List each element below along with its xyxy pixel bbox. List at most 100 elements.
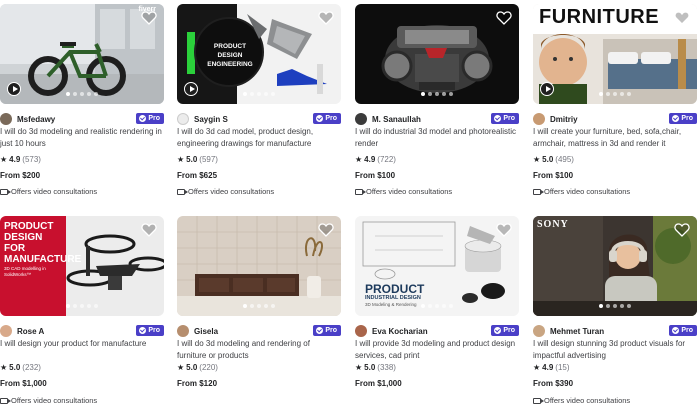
seller-row: Rose A Pro xyxy=(0,324,164,338)
carousel-dots[interactable] xyxy=(599,304,631,308)
gig-title[interactable]: I will create your furniture, bed, sofa,… xyxy=(533,126,697,150)
gig-thumbnail[interactable]: FURNITURE xyxy=(533,4,697,104)
rating-count: (722) xyxy=(377,155,396,164)
avatar[interactable] xyxy=(355,325,367,337)
rating-count: (15) xyxy=(555,363,570,372)
pro-badge: Pro xyxy=(313,325,341,336)
pro-label: Pro xyxy=(503,115,515,122)
avatar[interactable] xyxy=(533,325,545,337)
gig-card[interactable]: FURNITURE Dmitriy Pro I will create your… xyxy=(533,4,697,196)
avatar[interactable] xyxy=(0,325,12,337)
gig-title[interactable]: I will do industrial 3d model and photor… xyxy=(355,126,519,150)
pro-badge: Pro xyxy=(136,325,164,336)
heart-icon[interactable] xyxy=(141,10,157,26)
check-icon xyxy=(494,115,502,122)
avatar[interactable] xyxy=(355,113,367,125)
heart-icon[interactable] xyxy=(496,222,512,238)
carousel-dots[interactable] xyxy=(421,304,453,308)
heart-icon[interactable] xyxy=(496,10,512,26)
play-icon[interactable] xyxy=(184,82,198,96)
gig-card[interactable]: PRODUCT DESIGN ENGINEERING Saygin S Pro … xyxy=(177,4,341,196)
offers-label: Offers video consultations xyxy=(11,187,98,196)
star-icon: ★ xyxy=(533,363,541,372)
rating-count: (597) xyxy=(199,155,218,164)
seller-name[interactable]: Saygin S xyxy=(194,115,228,124)
rating-count: (573) xyxy=(22,155,41,164)
avatar[interactable] xyxy=(533,113,545,125)
engineering-image xyxy=(177,4,341,104)
gig-card[interactable]: PRODUCT DESIGN FOR MANUFACTURE 3D CAD mo… xyxy=(0,216,164,405)
thumb-title: FURNITURE xyxy=(539,6,660,28)
avatar[interactable] xyxy=(177,325,189,337)
seller-name[interactable]: M. Sanaullah xyxy=(372,115,421,124)
offers-label: Offers video consultations xyxy=(11,396,98,405)
play-icon[interactable] xyxy=(7,82,21,96)
check-icon xyxy=(139,327,147,334)
check-icon xyxy=(316,327,324,334)
headphones-image xyxy=(533,216,697,316)
avatar[interactable] xyxy=(0,113,12,125)
rating-score: 4.9 xyxy=(542,363,554,372)
seller-name[interactable]: Gisela xyxy=(194,327,218,336)
price: From $390 xyxy=(533,379,574,388)
avatar[interactable] xyxy=(177,113,189,125)
carousel-dots[interactable] xyxy=(599,92,631,96)
pro-label: Pro xyxy=(148,115,160,122)
carousel-dots[interactable] xyxy=(66,304,98,308)
carousel-dots[interactable] xyxy=(66,92,98,96)
gig-card[interactable]: fiverr Msfedawy Pro I will do 3d modelin… xyxy=(0,4,164,196)
gig-card[interactable]: M. Sanaullah Pro I will do industrial 3d… xyxy=(355,4,519,196)
carousel-dots[interactable] xyxy=(243,304,275,308)
gig-thumbnail[interactable]: PRODUCT INDUSTRIAL DESIGN 3D Modeling & … xyxy=(355,216,519,316)
offers-video: Offers video consultations xyxy=(533,187,697,196)
thumb-subtitle: INDUSTRIAL DESIGN xyxy=(365,295,421,301)
gig-title[interactable]: I will do 3d modeling and realistic rend… xyxy=(0,126,164,150)
rating: ★ 5.0 (495) xyxy=(533,155,697,164)
heart-icon[interactable] xyxy=(674,10,690,26)
check-icon xyxy=(494,327,502,334)
gig-thumbnail[interactable] xyxy=(177,216,341,316)
play-icon[interactable] xyxy=(540,82,554,96)
thumb-subtitle: 3D CAD modelling in SolidWorks™ xyxy=(4,266,46,277)
price: From $120 xyxy=(177,379,218,388)
heart-icon[interactable] xyxy=(141,222,157,238)
offers-label: Offers video consultations xyxy=(544,396,631,405)
seller-name[interactable]: Eva Kocharian xyxy=(372,327,428,336)
gig-thumbnail[interactable]: PRODUCT DESIGN ENGINEERING xyxy=(177,4,341,104)
price: From $100 xyxy=(533,171,574,180)
offers-video: Offers video consultations xyxy=(0,187,164,196)
carousel-dots[interactable] xyxy=(421,92,453,96)
seller-name[interactable]: Msfedawy xyxy=(17,115,55,124)
gig-card[interactable]: Gisela Pro I will do 3d modeling and ren… xyxy=(177,216,341,388)
price: From $625 xyxy=(177,171,218,180)
heart-icon[interactable] xyxy=(318,10,334,26)
seller-name[interactable]: Mehmet Turan xyxy=(550,327,604,336)
seller-name[interactable]: Rose A xyxy=(17,327,44,336)
gig-title[interactable]: I will do 3d modeling and rendering of f… xyxy=(177,338,341,362)
heart-icon[interactable] xyxy=(318,222,334,238)
seller-name[interactable]: Dmitriy xyxy=(550,115,578,124)
carousel-dots[interactable] xyxy=(243,92,275,96)
pro-label: Pro xyxy=(681,115,693,122)
heart-icon[interactable] xyxy=(674,222,690,238)
gig-thumbnail[interactable]: SONY xyxy=(533,216,697,316)
gig-title[interactable]: I will do 3d cad model, product design, … xyxy=(177,126,341,150)
rating-count: (220) xyxy=(199,363,218,372)
gig-card[interactable]: PRODUCT INDUSTRIAL DESIGN 3D Modeling & … xyxy=(355,216,519,388)
rating-score: 5.0 xyxy=(186,363,198,372)
pro-label: Pro xyxy=(148,327,160,334)
pro-badge: Pro xyxy=(136,113,164,124)
seller-row: Mehmet Turan Pro xyxy=(533,324,697,338)
gig-title[interactable]: I will provide 3d modeling and product d… xyxy=(355,338,519,362)
star-icon: ★ xyxy=(355,155,363,164)
gig-thumbnail[interactable]: PRODUCT DESIGN FOR MANUFACTURE 3D CAD mo… xyxy=(0,216,164,316)
gig-thumbnail[interactable]: fiverr xyxy=(0,4,164,104)
seller-row: Msfedawy Pro xyxy=(0,112,164,126)
gig-title[interactable]: I will design your product for manufactu… xyxy=(0,338,164,350)
star-icon: ★ xyxy=(0,363,8,372)
gig-title[interactable]: I will design stunning 3d product visual… xyxy=(533,338,697,362)
offers-video: Offers video consultations xyxy=(0,396,164,405)
rating-score: 5.0 xyxy=(542,155,554,164)
gig-thumbnail[interactable] xyxy=(355,4,519,104)
gig-card[interactable]: SONY Mehmet Turan Pro I will design stun… xyxy=(533,216,697,405)
